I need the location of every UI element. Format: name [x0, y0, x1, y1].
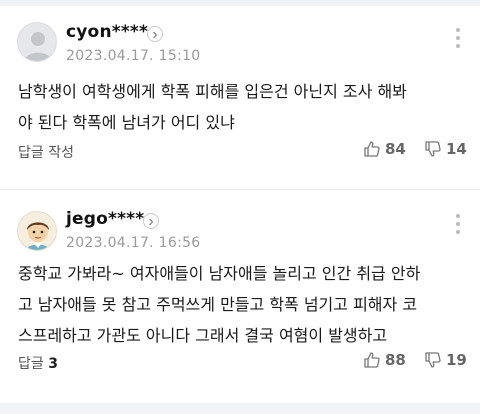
reply-button[interactable]: 답글 작성 [18, 142, 74, 162]
reply-label: 답글 [18, 356, 44, 372]
username[interactable]: jego**** [66, 209, 144, 229]
default-avatar-icon[interactable] [17, 22, 57, 62]
like-button[interactable]: 84 [363, 140, 406, 158]
dislike-button[interactable]: 19 [424, 351, 467, 369]
reply-button[interactable]: 답글 3 [18, 353, 58, 373]
thumbs-up-icon [364, 352, 380, 368]
comment-line: 야 된다 학폭에 남녀가 어디 있냐 [18, 113, 235, 132]
reply-label: 답글 작성 [18, 145, 74, 161]
chevron-right-icon[interactable] [143, 213, 159, 229]
timestamp: 2023.04.17. 15:10 [66, 48, 201, 64]
username[interactable]: cyon**** [66, 22, 148, 42]
dislike-button[interactable]: 14 [424, 140, 467, 158]
dislike-count: 19 [446, 351, 467, 369]
thumbs-down-icon [425, 141, 441, 157]
thumbs-up-icon [364, 141, 380, 157]
vertical-dots-icon[interactable] [450, 26, 466, 50]
reply-count: 3 [48, 356, 58, 372]
like-count: 84 [385, 140, 406, 158]
comment-item: jego**** 2023.04.17. 16:56 중학교 가봐라~ 여자애들… [0, 190, 480, 403]
comment-line: 남학생이 여학생에게 학폭 피해를 입은건 아닌지 조사 해봐 [18, 82, 407, 101]
comment-line: 스프레하고 가관도 아니다 그래서 결국 여혐이 발생하고 [18, 326, 388, 345]
like-count: 88 [385, 351, 406, 369]
comment-line: 중학교 가봐라~ 여자애들이 남자애들 놀리고 인간 취급 안하 [18, 264, 421, 283]
comment-body: 남학생이 여학생에게 학폭 피해를 입은건 아닌지 조사 해봐 야 된다 학폭에… [18, 76, 468, 138]
thumbs-down-icon [425, 352, 441, 368]
bottom-separator [0, 403, 480, 414]
like-button[interactable]: 88 [363, 351, 406, 369]
comment-body: 중학교 가봐라~ 여자애들이 남자애들 놀리고 인간 취급 안하 고 남자애들 … [18, 258, 468, 351]
character-avatar-icon[interactable] [17, 211, 57, 251]
comment-line: 고 남자애들 못 참고 주먹쓰게 만들고 학폭 넘기고 피해자 코 [18, 295, 418, 314]
vertical-dots-icon[interactable] [450, 212, 466, 236]
comment-item: cyon**** 2023.04.17. 15:10 남학생이 여학생에게 학폭… [0, 6, 480, 186]
chevron-right-icon[interactable] [147, 26, 163, 42]
timestamp: 2023.04.17. 16:56 [66, 235, 201, 251]
dislike-count: 14 [446, 140, 467, 158]
